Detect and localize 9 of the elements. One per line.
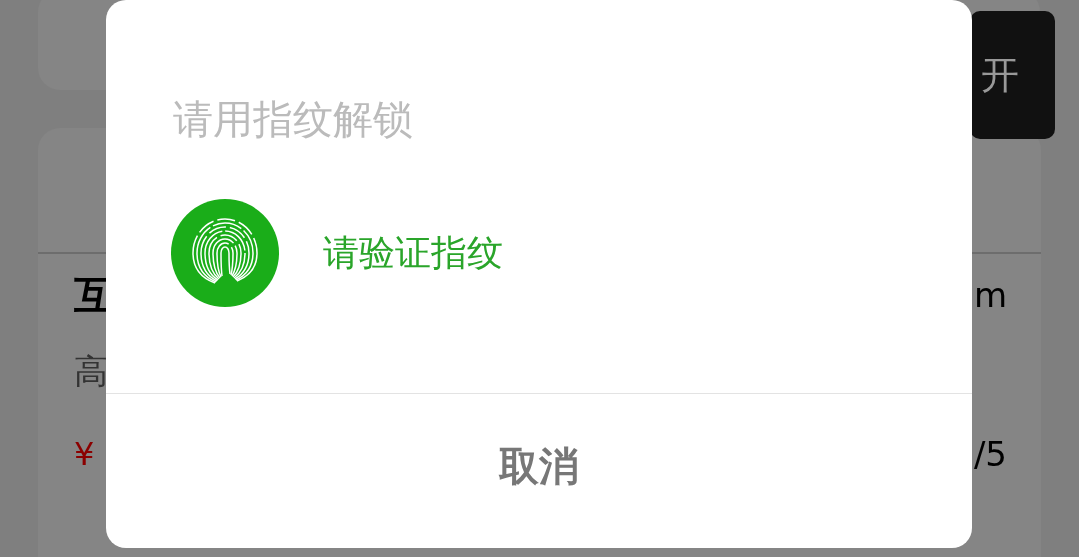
dialog-title: 请用指纹解锁 — [173, 95, 414, 143]
prompt-text: 请验证指纹 — [323, 230, 503, 275]
cancel-button[interactable]: 取消 — [106, 394, 972, 548]
expand-button[interactable]: 开 — [970, 11, 1055, 139]
rating-text: /5 — [973, 434, 1007, 474]
price-text: ¥ — [74, 435, 95, 473]
distance-text: m — [973, 275, 1007, 315]
subtitle-text: 高 — [74, 350, 108, 393]
fingerprint-icon — [171, 199, 279, 307]
